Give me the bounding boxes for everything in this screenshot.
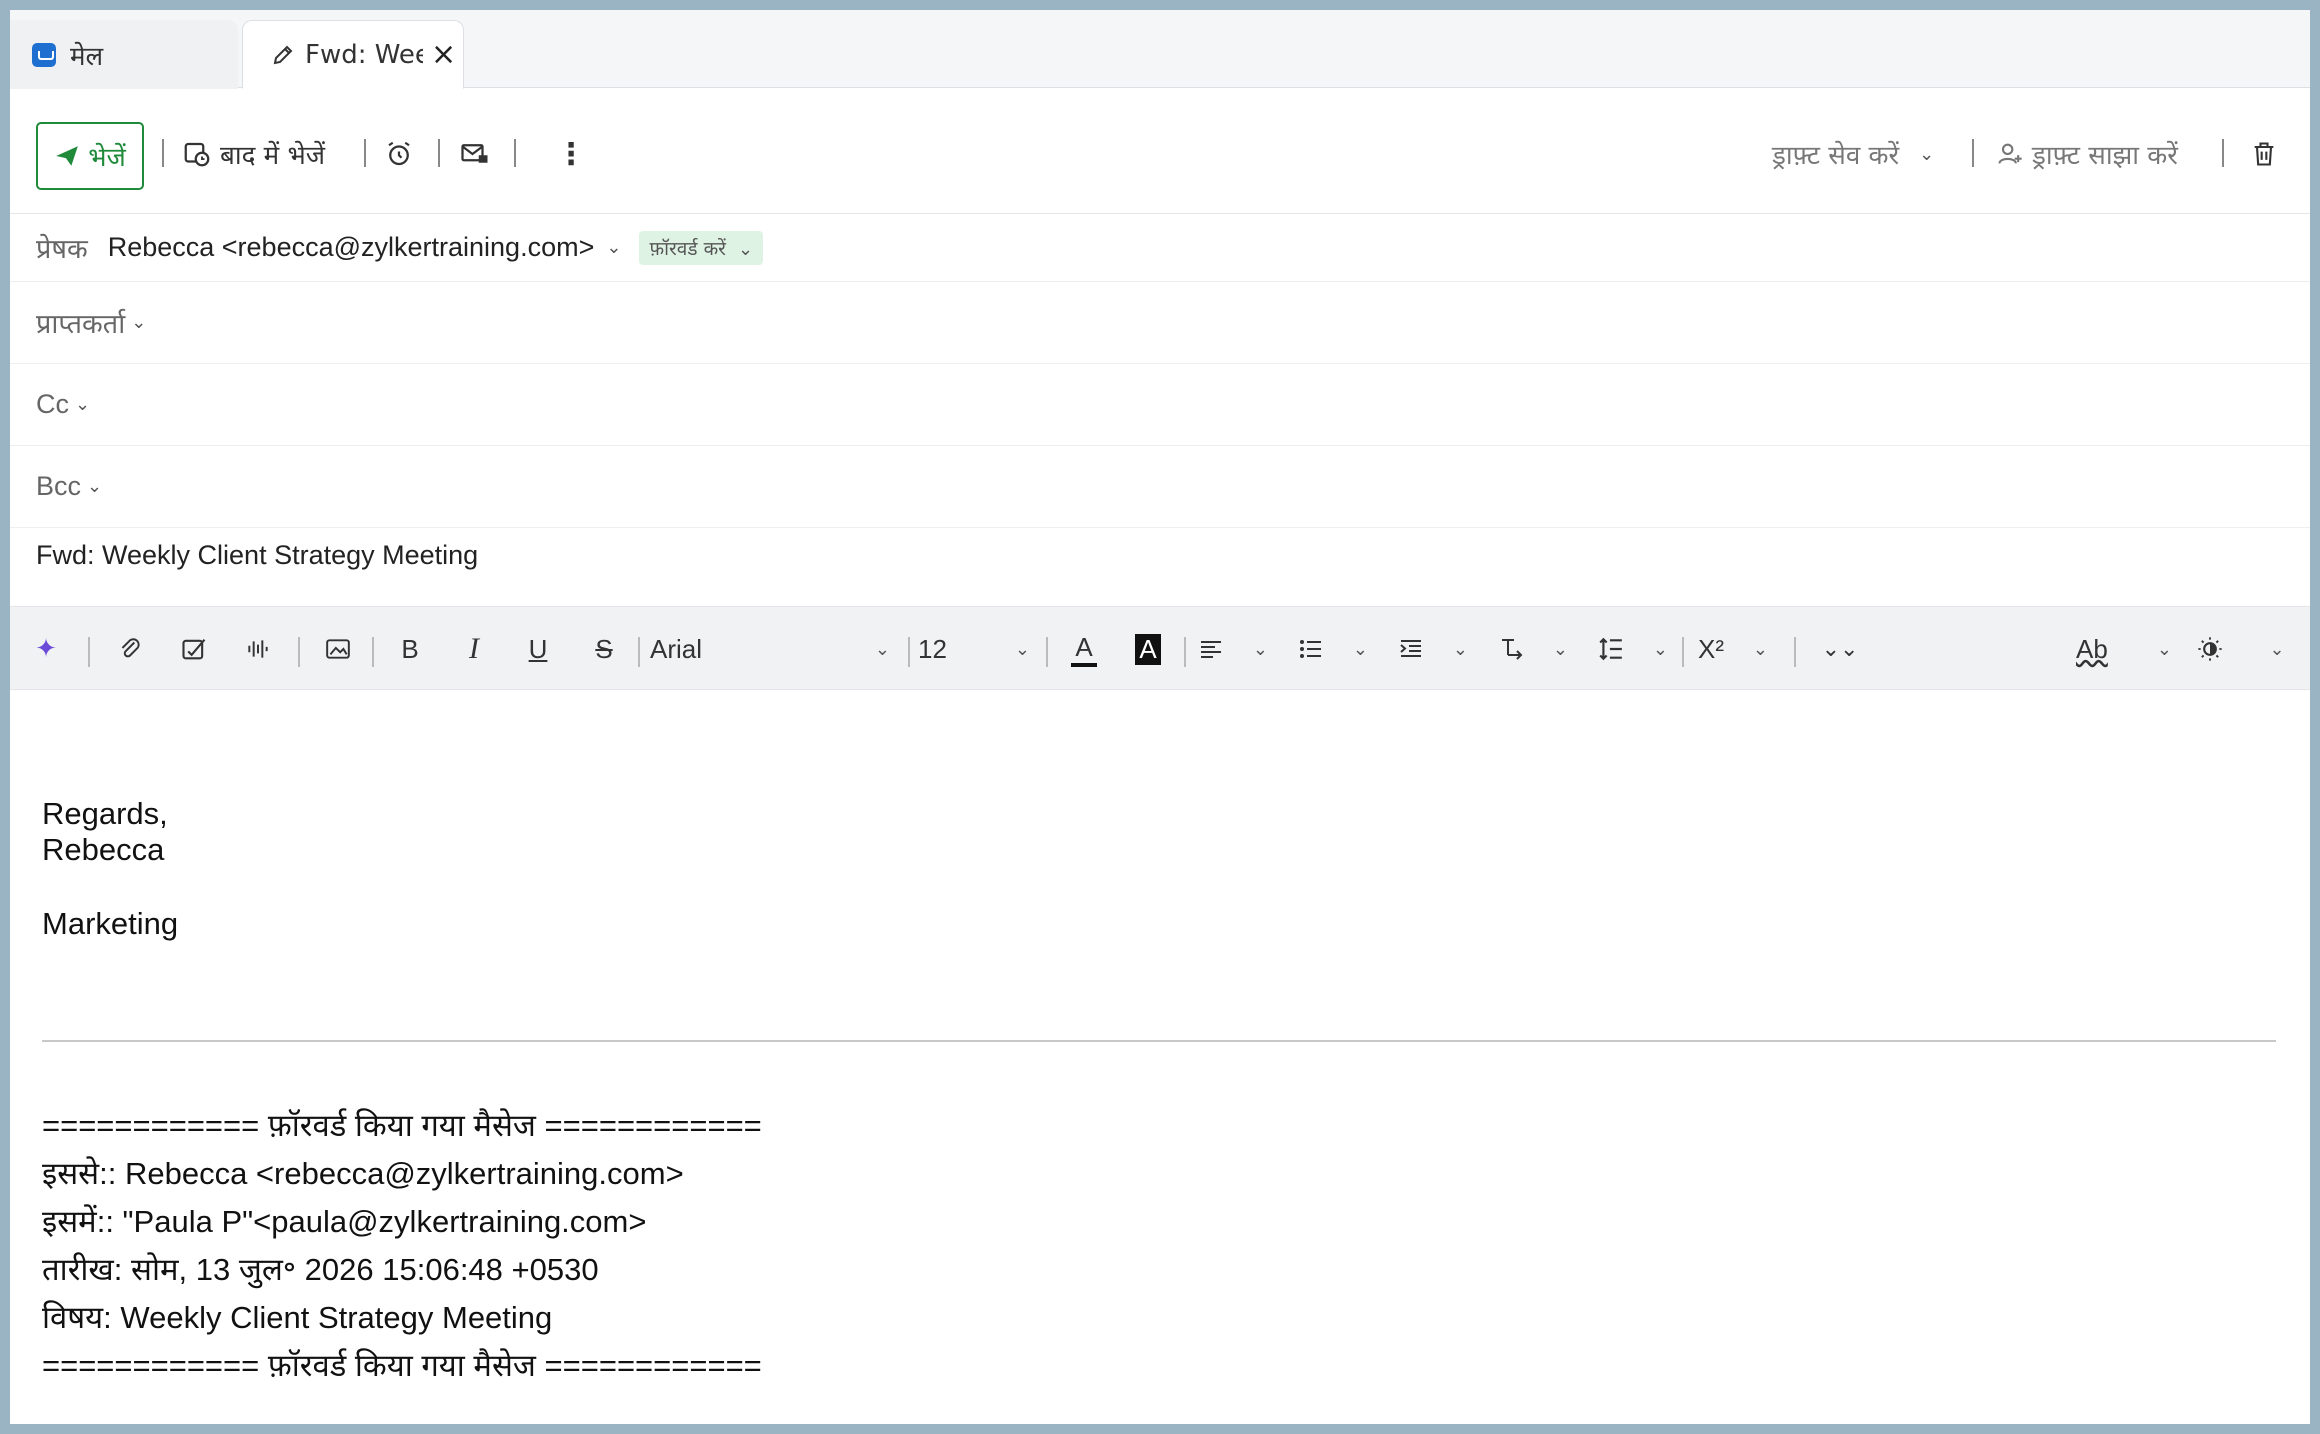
save-draft-button[interactable]: ड्राफ़्ट सेव करें ⌄ [1772,129,1934,179]
chevron-down-icon: ⌄ [737,238,754,260]
forward-badge-label: फ़ॉरवर्ड करें [649,237,726,260]
forward-separator-bottom: ============ फ़ॉरवर्ड किया गया मैसेज ===… [42,1348,762,1383]
envelope-lock-icon [461,144,488,163]
signature-regards: Regards, [42,796,168,831]
font-family-value: Arial [650,633,703,664]
to-row[interactable]: प्राप्तकर्ता ⌄ [10,282,2310,364]
divider [514,139,516,167]
format-toolbar: ✦ B I U S Arial ⌄ 12 ⌄ A A ⌄ ⌄ ⌄ ⌄ ⌄ X² … [10,606,2310,690]
chevron-down-icon[interactable]: ⌄ [131,312,146,333]
bullet-list-icon[interactable]: ⌄ [1298,627,1368,671]
send-button[interactable]: भेजें [36,122,144,190]
superscript-icon[interactable]: X² ⌄ [1698,627,1768,671]
indent-icon[interactable]: ⌄ [1398,627,1468,671]
chevron-down-icon: ⌄ [1252,638,1268,660]
forward-subject-line: विषय: Weekly Client Strategy Meeting [42,1300,553,1335]
trash-icon [2254,142,2274,166]
signature-name: Rebecca [42,832,165,867]
forward-to-line: इसमें:: "Paula P"<paula@zylkertraining.c… [42,1204,647,1239]
subject-field[interactable]: Fwd: Weekly Client Strategy Meeting [36,540,478,571]
tab-draft-label: Fwd: Wee [305,39,423,70]
chevron-down-icon: ⌄ [874,638,890,659]
add-user-icon [1998,143,2022,164]
compose-window: मेल Fwd: Wee × भेजें बाद में भेजें ⋮ ड्र… [10,10,2310,1424]
italic-icon[interactable]: I [452,627,496,671]
cc-label: Cc [36,389,69,419]
delete-draft-button[interactable] [2250,129,2278,179]
divider [438,139,440,167]
alarm-clock-icon [388,141,410,166]
chevron-down-icon[interactable]: ⌄ [75,394,90,415]
more-format-icon[interactable]: ⌄⌄ [1818,627,1862,671]
text-direction-icon[interactable]: ⌄ [1498,627,1568,671]
chevron-down-icon: ⌄ [2156,638,2172,659]
strikethrough-icon[interactable]: S [582,627,626,671]
forward-badge[interactable]: फ़ॉरवर्ड करें ⌄ [639,230,764,265]
divider [364,139,366,167]
font-family-select[interactable]: Arial ⌄ [650,627,890,671]
send-icon [56,146,79,166]
line-spacing-icon[interactable]: ⌄ [1598,627,1668,671]
send-later-button[interactable]: बाद में भेजें [182,129,325,179]
bcc-label: Bcc [36,471,82,501]
pencil-icon [273,45,293,64]
ai-sparkle-icon[interactable]: ✦ [24,627,68,671]
mail-icon [32,42,56,67]
share-draft-label: ड्राफ़्ट साझा करें [2032,141,2178,171]
tab-bar: मेल Fwd: Wee × [10,10,2310,89]
forward-date-line: तारीख: सोम, 13 जुल॰ 2026 15:06:48 +0530 [42,1252,599,1287]
divider [162,139,164,167]
tab-draft[interactable]: Fwd: Wee × [242,20,464,89]
chevron-down-icon[interactable]: ⌄ [87,476,102,497]
schedule-icon [184,142,210,167]
chevron-down-icon: ⌄ [1552,638,1568,660]
to-label: प्राप्तकर्ता [36,309,126,340]
highlight-color-icon[interactable]: A [1126,627,1170,671]
cc-row[interactable]: Cc ⌄ [10,364,2310,446]
tab-mail[interactable]: मेल [10,20,238,89]
theme-toggle-icon[interactable] [2188,627,2232,671]
save-draft-label: ड्राफ़्ट सेव करें [1772,141,1900,171]
font-color-icon[interactable]: A [1062,627,1106,671]
divider [42,1040,2276,1042]
spellcheck-icon[interactable]: Ab ⌄ [2076,627,2172,671]
signature-icon[interactable] [172,627,216,671]
chevron-down-icon: ⌄ [1452,638,1468,660]
bcc-row[interactable]: Bcc ⌄ [10,446,2310,528]
chevron-down-icon: ⌄ [1352,638,1368,660]
send-later-label: बाद में भेजें [220,141,326,171]
share-draft-button[interactable]: ड्राफ़्ट साझा करें [1996,129,2178,179]
divider [1972,139,1974,167]
chevron-down-icon: ⌄ [1752,638,1768,659]
underline-icon[interactable]: U [516,627,560,671]
font-size-select[interactable]: 12 ⌄ [918,627,1030,671]
compose-toolbar: भेजें बाद में भेजें ⋮ ड्राफ़्ट सेव करें … [10,89,2310,214]
forward-separator-top: ============ फ़ॉरवर्ड किया गया मैसेज ===… [42,1108,762,1143]
font-size-value: 12 [918,633,947,664]
from-row: प्रेषक Rebecca <rebecca@zylkertraining.c… [10,214,2310,282]
chevron-down-icon[interactable]: ⌄ [606,237,621,258]
align-icon[interactable]: ⌄ [1198,627,1268,671]
insert-image-icon[interactable] [316,627,360,671]
divider [2222,139,2224,167]
close-icon[interactable]: × [431,37,456,72]
chevron-down-icon: ⌄ [1014,638,1030,659]
from-label: प्रेषक [36,234,88,265]
reminder-button[interactable] [384,129,414,179]
chevron-down-icon[interactable]: ⌄ [1919,144,1934,165]
audio-icon[interactable] [236,627,280,671]
bold-icon[interactable]: B [388,627,432,671]
attachment-icon[interactable] [108,627,152,671]
chevron-down-icon: ⌄ [1652,638,1668,660]
send-label: भेजें [88,143,126,173]
from-value[interactable]: Rebecca <rebecca@zylkertraining.com> [108,232,595,263]
secure-mail-button[interactable] [460,129,490,179]
signature-department: Marketing [42,906,179,941]
forward-from-line: इससे:: Rebecca <rebecca@zylkertraining.c… [42,1156,684,1191]
chevron-down-icon[interactable]: ⌄ [2252,627,2296,671]
more-options-icon[interactable]: ⋮ [556,129,586,179]
tab-mail-label: मेल [70,41,104,72]
